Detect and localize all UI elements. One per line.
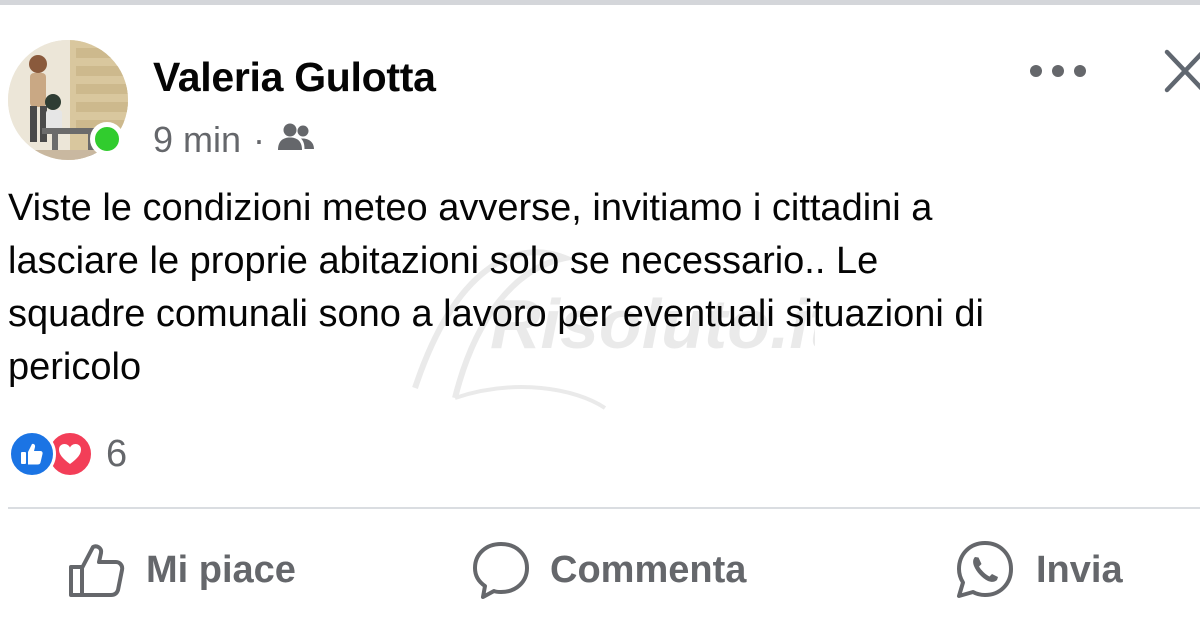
post-time[interactable]: 9 min bbox=[153, 119, 241, 161]
author-name[interactable]: Valeria Gulotta bbox=[153, 54, 436, 101]
meta-separator: · bbox=[253, 119, 266, 160]
actions-divider bbox=[8, 507, 1200, 509]
more-dot bbox=[1030, 65, 1042, 77]
like-reaction-icon bbox=[8, 430, 56, 478]
post-card: Valeria Gulotta 9 min · Viste le condizi… bbox=[0, 0, 1200, 628]
friends-icon[interactable] bbox=[277, 119, 315, 161]
close-icon[interactable] bbox=[1163, 48, 1200, 94]
online-status-dot bbox=[90, 122, 124, 156]
like-button-label: Mi piace bbox=[146, 548, 296, 591]
like-button[interactable]: Mi piace bbox=[66, 538, 296, 602]
share-button[interactable]: Invia bbox=[954, 538, 1123, 602]
thumbs-up-icon bbox=[69, 544, 125, 597]
comment-button[interactable]: Commenta bbox=[472, 538, 746, 602]
share-button-label: Invia bbox=[1036, 548, 1123, 591]
more-dot bbox=[1074, 65, 1086, 77]
top-border bbox=[0, 0, 1200, 5]
post-meta: 9 min · bbox=[153, 118, 315, 162]
more-dot bbox=[1052, 65, 1064, 77]
reaction-count[interactable]: 6 bbox=[106, 433, 127, 476]
post-text: Viste le condizioni meteo avverse, invit… bbox=[8, 187, 984, 388]
reactions-summary[interactable]: 6 bbox=[8, 428, 127, 480]
comment-button-label: Commenta bbox=[550, 548, 747, 591]
comment-bubble-icon bbox=[473, 542, 529, 599]
more-options-icon[interactable] bbox=[1030, 58, 1086, 84]
whatsapp-icon bbox=[957, 541, 1013, 598]
